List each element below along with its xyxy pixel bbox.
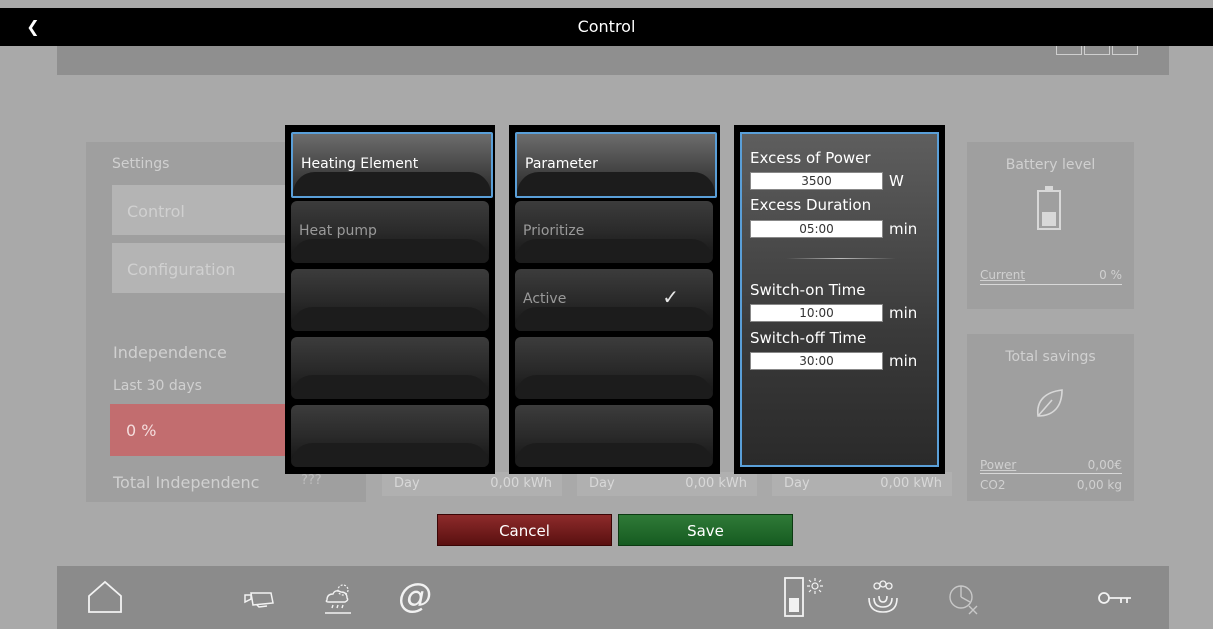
list-item[interactable] [515,337,713,399]
battery-fill [1042,212,1056,226]
list-item-parameter[interactable]: Parameter [515,132,717,198]
key-icon[interactable] [1097,590,1133,606]
excess-power-label: Excess of Power [750,149,871,167]
leaf-icon [1037,389,1063,417]
back-button[interactable]: ❮ [18,8,48,46]
battery-sun-icon[interactable] [781,574,825,620]
excess-duration-unit: min [889,220,918,238]
list-item-label: Parameter [525,156,598,172]
divider [786,258,896,259]
savings-title: Total savings [1005,349,1096,365]
co2-label: CO2 [980,478,1006,492]
page-title: Control [577,17,636,36]
list-item[interactable] [291,269,489,331]
configuration-card-label: Configuration [127,260,236,279]
mode-list: Parameter Prioritize Active ✓ [509,125,720,474]
excess-duration-input[interactable] [750,220,883,238]
tab-shape-icon [1112,46,1138,55]
checkmark-icon: ✓ [662,285,679,309]
stat-card: Day 0,00 kWh [772,472,952,496]
independence-value: 0 % [126,421,157,440]
stat-period: Day [589,476,615,491]
total-independence-value: ??? [301,473,322,488]
cancel-button[interactable]: Cancel [437,514,612,546]
stat-period: Day [784,476,810,491]
independence-label: Independence [113,343,227,362]
divider [980,473,1122,474]
save-button[interactable]: Save [618,514,793,546]
total-independence-label: Total Independenc [113,473,260,492]
excess-duration-label: Excess Duration [750,196,872,214]
device-list: Heating Element Heat pump [285,125,495,474]
battery-current-value: 0 % [1099,268,1122,282]
list-item-label: Heating Element [301,156,419,172]
list-item-label: Prioritize [523,223,585,239]
list-item-label: Active [523,291,567,307]
divider [980,284,1122,285]
stat-value: 0,00 kWh [490,476,552,491]
home-icon[interactable] [87,580,123,614]
top-band [57,46,1169,75]
at-icon[interactable]: @ [395,576,435,616]
excess-power-unit: W [889,172,904,190]
excess-power-input[interactable] [750,172,883,190]
heating-icon[interactable] [865,580,901,616]
title-bar: ❮ Control [0,8,1213,46]
camera-icon[interactable] [243,590,275,608]
switch-off-unit: min [889,352,918,370]
weather-icon[interactable] [321,580,355,616]
last-30-days-label: Last 30 days [113,378,202,394]
stat-value: 0,00 kWh [685,476,747,491]
pie-chart-icon[interactable] [945,582,981,616]
switch-on-input[interactable] [750,304,883,322]
co2-value: 0,00 kg [1076,478,1122,492]
switch-off-input[interactable] [750,352,883,370]
list-item[interactable] [515,405,713,467]
switch-on-label: Switch-on Time [750,281,866,299]
list-item[interactable] [291,405,489,467]
control-card-label: Control [127,202,185,221]
list-item[interactable] [291,337,489,399]
list-item-active[interactable]: Active ✓ [515,269,713,331]
list-item-heat-pump[interactable]: Heat pump [291,201,489,263]
settings-label: Settings [112,156,170,172]
power-value: 0,00€ [1087,458,1122,472]
top-band-icons [1056,46,1140,56]
tab-shape-icon [1056,46,1082,55]
switch-off-label: Switch-off Time [750,329,867,347]
list-item-prioritize[interactable]: Prioritize [515,201,713,263]
tab-shape-icon [1084,46,1110,55]
switch-on-unit: min [889,304,918,322]
battery-current-label: Current [980,268,1026,282]
stat-period: Day [394,476,420,491]
list-item-heating-element[interactable]: Heating Element [291,132,493,198]
stat-card: Day 0,00 kWh [382,472,562,496]
power-label: Power [980,458,1017,472]
stat-card: Day 0,00 kWh [577,472,757,496]
bottom-navigation-bar: @ [57,566,1169,629]
stat-value: 0,00 kWh [880,476,942,491]
list-item-label: Heat pump [299,223,377,239]
battery-title: Battery level [1005,157,1096,173]
